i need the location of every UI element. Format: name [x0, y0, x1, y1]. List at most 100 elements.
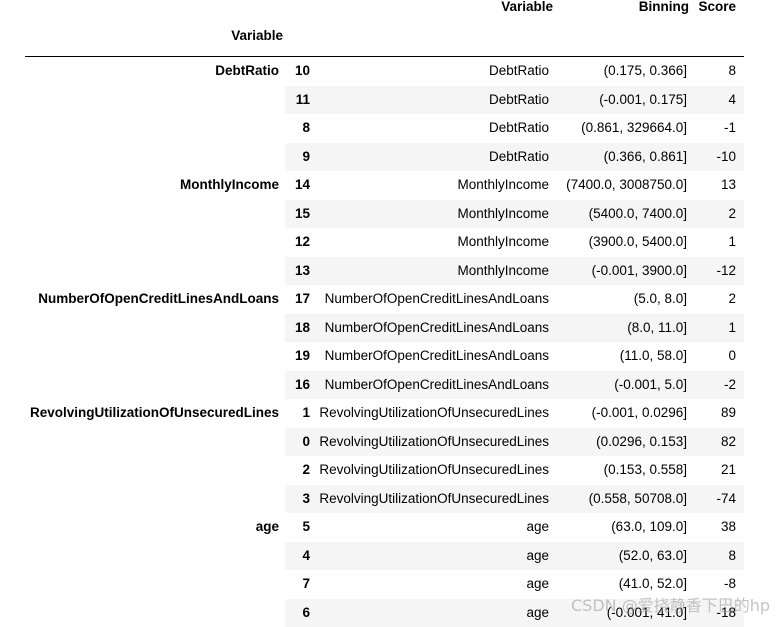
table-row: RevolvingUtilizationOfUnsecuredLines1Rev…	[25, 399, 744, 428]
cell-binning: (0.0296, 0.153]	[555, 428, 691, 457]
cell-variable: RevolvingUtilizationOfUnsecuredLines	[317, 399, 555, 428]
cell-binning: (-0.001, 0.175]	[555, 86, 691, 115]
row-index: 9	[285, 143, 317, 172]
cell-variable: MonthlyIncome	[317, 228, 555, 257]
header-blank	[691, 22, 744, 57]
column-header-row: Variable Binning Score	[25, 0, 744, 22]
row-index: 3	[285, 485, 317, 514]
row-index: 16	[285, 371, 317, 400]
header-blank	[285, 22, 317, 57]
cell-score: 82	[691, 428, 744, 457]
row-index: 2	[285, 456, 317, 485]
cell-binning: (0.175, 0.366]	[555, 57, 691, 86]
cell-score: 2	[691, 285, 744, 314]
cell-variable: NumberOfOpenCreditLinesAndLoans	[317, 314, 555, 343]
cell-variable: MonthlyIncome	[317, 257, 555, 286]
group-label: DebtRatio	[25, 57, 285, 172]
cell-binning: (63.0, 109.0]	[555, 513, 691, 542]
cell-score: -1	[691, 114, 744, 143]
row-index: 19	[285, 342, 317, 371]
cell-score: -74	[691, 485, 744, 514]
cell-score: 2	[691, 200, 744, 229]
table-body: DebtRatio10DebtRatio(0.175, 0.366]811Deb…	[25, 57, 744, 627]
row-index: 7	[285, 570, 317, 599]
cell-variable: age	[317, 542, 555, 571]
cell-variable: MonthlyIncome	[317, 200, 555, 229]
cell-variable: DebtRatio	[317, 114, 555, 143]
cell-binning: (-0.001, 3900.0]	[555, 257, 691, 286]
cell-binning: (-0.001, 0.0296]	[555, 399, 691, 428]
group-label: NumberOfOpenCreditLinesAndLoans	[25, 285, 285, 399]
cell-score: 89	[691, 399, 744, 428]
cell-score: 4	[691, 86, 744, 115]
row-index: 0	[285, 428, 317, 457]
header-blank	[555, 22, 691, 57]
cell-variable: age	[317, 570, 555, 599]
index-header-row: Variable	[25, 22, 744, 57]
cell-binning: (3900.0, 5400.0]	[555, 228, 691, 257]
cell-score: 0	[691, 342, 744, 371]
cell-score: 38	[691, 513, 744, 542]
cell-score: -2	[691, 371, 744, 400]
cell-score: -12	[691, 257, 744, 286]
group-label: RevolvingUtilizationOfUnsecuredLines	[25, 399, 285, 513]
row-index: 15	[285, 200, 317, 229]
cell-score: -10	[691, 143, 744, 172]
cell-variable: MonthlyIncome	[317, 171, 555, 200]
cell-binning: (41.0, 52.0]	[555, 570, 691, 599]
cell-binning: (7400.0, 3008750.0]	[555, 171, 691, 200]
row-index: 17	[285, 285, 317, 314]
table-row: MonthlyIncome14MonthlyIncome(7400.0, 300…	[25, 171, 744, 200]
cell-variable: NumberOfOpenCreditLinesAndLoans	[317, 342, 555, 371]
index-name-header: Variable	[25, 22, 285, 57]
row-index: 5	[285, 513, 317, 542]
cell-variable: RevolvingUtilizationOfUnsecuredLines	[317, 485, 555, 514]
dataframe-output: Variable Binning Score Variable DebtRati…	[25, 0, 744, 627]
row-index: 13	[285, 257, 317, 286]
cell-score: 8	[691, 542, 744, 571]
cell-score: 1	[691, 228, 744, 257]
cell-variable: RevolvingUtilizationOfUnsecuredLines	[317, 428, 555, 457]
cell-binning: (5400.0, 7400.0]	[555, 200, 691, 229]
column-header-binning: Binning	[555, 0, 691, 22]
header-blank	[25, 0, 285, 22]
cell-score: 21	[691, 456, 744, 485]
cell-binning: (8.0, 11.0]	[555, 314, 691, 343]
row-index: 12	[285, 228, 317, 257]
row-index: 4	[285, 542, 317, 571]
cell-binning: (0.861, 329664.0]	[555, 114, 691, 143]
cell-binning: (11.0, 58.0]	[555, 342, 691, 371]
cell-binning: (0.558, 50708.0]	[555, 485, 691, 514]
table-row: DebtRatio10DebtRatio(0.175, 0.366]8	[25, 57, 744, 86]
header-blank	[317, 22, 555, 57]
table-header: Variable Binning Score Variable	[25, 0, 744, 57]
cell-variable: DebtRatio	[317, 86, 555, 115]
cell-variable: NumberOfOpenCreditLinesAndLoans	[317, 285, 555, 314]
row-index: 10	[285, 57, 317, 86]
row-index: 11	[285, 86, 317, 115]
row-index: 1	[285, 399, 317, 428]
cell-binning: (52.0, 63.0]	[555, 542, 691, 571]
row-index: 18	[285, 314, 317, 343]
table-row: age5age(63.0, 109.0]38	[25, 513, 744, 542]
cell-variable: age	[317, 513, 555, 542]
cell-variable: NumberOfOpenCreditLinesAndLoans	[317, 371, 555, 400]
header-blank	[285, 0, 317, 22]
cell-score: 1	[691, 314, 744, 343]
cell-binning: (0.153, 0.558]	[555, 456, 691, 485]
cell-binning: (5.0, 8.0]	[555, 285, 691, 314]
cell-binning: (0.366, 0.861]	[555, 143, 691, 172]
cell-variable: DebtRatio	[317, 57, 555, 86]
group-label: age	[25, 513, 285, 627]
cell-score: -8	[691, 570, 744, 599]
column-header-score: Score	[691, 0, 744, 22]
cell-binning: (-0.001, 5.0]	[555, 371, 691, 400]
table-row: NumberOfOpenCreditLinesAndLoans17NumberO…	[25, 285, 744, 314]
cell-score: 8	[691, 57, 744, 86]
cell-variable: RevolvingUtilizationOfUnsecuredLines	[317, 456, 555, 485]
cell-variable: DebtRatio	[317, 143, 555, 172]
scorecard-table: Variable Binning Score Variable DebtRati…	[25, 0, 744, 627]
group-label: MonthlyIncome	[25, 171, 285, 285]
row-index: 8	[285, 114, 317, 143]
column-header-variable: Variable	[317, 0, 555, 22]
